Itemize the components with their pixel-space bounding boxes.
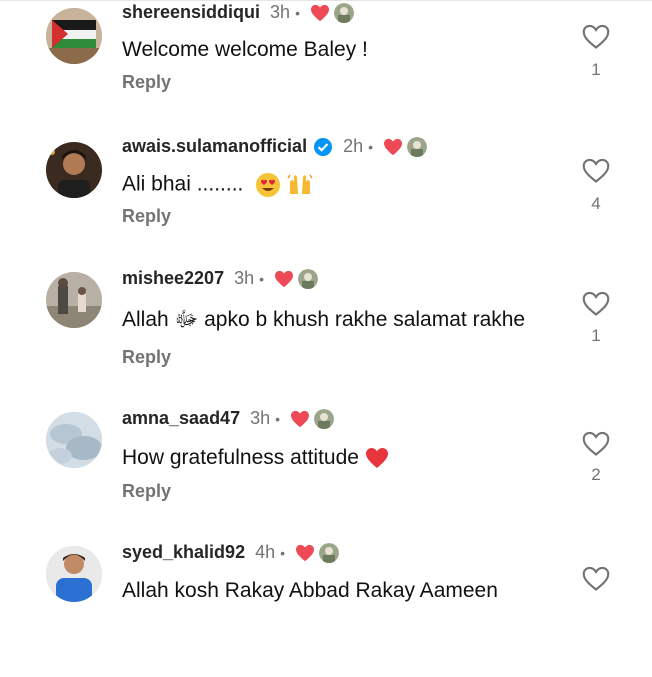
separator-dot: • xyxy=(259,270,265,287)
timestamp: 4h xyxy=(255,542,276,562)
heart-eyes-emoji-icon xyxy=(256,173,281,197)
creator-avatar-icon xyxy=(407,136,428,157)
avatar[interactable] xyxy=(46,546,102,602)
avatar[interactable] xyxy=(46,142,102,198)
avatar[interactable] xyxy=(46,8,102,64)
comment-meta: awais.sulamanofficial 2h • xyxy=(122,136,428,157)
verified-badge-icon xyxy=(314,137,333,156)
username[interactable]: syed_khalid92 xyxy=(122,542,245,563)
comment-item: syed_khalid92 4h • Allah kosh Rakay Abba… xyxy=(0,542,652,677)
creator-liked-heart-icon xyxy=(291,410,310,427)
creator-avatar-icon xyxy=(333,2,354,23)
separator-dot: • xyxy=(280,544,286,561)
reply-button[interactable]: Reply xyxy=(122,481,171,502)
red-heart-emoji-icon xyxy=(365,448,388,469)
avatar[interactable] xyxy=(46,412,102,468)
like-count: 1 xyxy=(591,60,601,79)
comment-text-content: How gratefulness attitude xyxy=(122,446,359,469)
username[interactable]: mishee2207 xyxy=(122,268,224,289)
like-heart-icon[interactable] xyxy=(582,291,610,317)
username[interactable]: amna_saad47 xyxy=(122,408,240,429)
like-heart-icon[interactable] xyxy=(582,566,610,592)
comment-text: How gratefulness attitude xyxy=(122,446,389,470)
like-heart-icon[interactable] xyxy=(582,431,610,457)
comment-item: amna_saad47 3h • How gratefulness attitu… xyxy=(0,408,652,543)
username[interactable]: shereensiddiqui xyxy=(122,2,260,23)
like-count: 4 xyxy=(591,194,601,213)
comment-text: Ali bhai ........ xyxy=(122,172,313,198)
like-heart-icon[interactable] xyxy=(582,158,610,184)
comment-meta: mishee2207 3h • xyxy=(122,268,319,289)
comment-meta: syed_khalid92 4h • xyxy=(122,542,340,563)
reply-button[interactable]: Reply xyxy=(122,206,171,227)
separator-dot: • xyxy=(295,4,300,21)
reply-button[interactable]: Reply xyxy=(122,72,171,93)
separator-dot: • xyxy=(368,138,374,155)
creator-liked-heart-icon xyxy=(296,544,315,561)
comment-meta: shereensiddiqui 3h • xyxy=(122,2,354,23)
creator-avatar-icon xyxy=(314,408,335,429)
like-heart-icon[interactable] xyxy=(582,24,610,50)
comment-item: shereensiddiqui 3h • Welcome welcome Bal… xyxy=(0,0,652,135)
comment-text: Welcome welcome Baley ! xyxy=(122,38,368,61)
like-count: 1 xyxy=(591,326,601,345)
comment-item: mishee2207 3h • Allah ﷻ apko b khush rak… xyxy=(0,268,652,403)
like-count: 2 xyxy=(591,465,601,484)
avatar[interactable] xyxy=(46,272,102,328)
creator-avatar-icon xyxy=(298,268,319,289)
comment-meta: amna_saad47 3h • xyxy=(122,408,335,429)
timestamp: 3h xyxy=(234,268,255,288)
timestamp: 3h xyxy=(250,408,271,428)
comment-text: Allah kosh Rakay Abbad Rakay Aameen xyxy=(122,579,498,602)
comment-text-content: Ali bhai ........ xyxy=(122,172,244,196)
separator-dot: • xyxy=(275,410,281,427)
creator-liked-heart-icon xyxy=(275,270,294,287)
comment-text: Allah ﷻ apko b khush rakhe salamat rakhe xyxy=(122,308,526,331)
timestamp: 3h xyxy=(270,2,291,22)
comment-item: awais.sulamanofficial 2h • Ali bhai ....… xyxy=(0,134,652,269)
timestamp: 2h xyxy=(343,136,364,156)
creator-liked-heart-icon xyxy=(384,138,403,155)
reply-button[interactable]: Reply xyxy=(122,347,171,368)
username[interactable]: awais.sulamanofficial xyxy=(122,136,307,157)
creator-liked-heart-icon xyxy=(310,4,329,21)
creator-avatar-icon xyxy=(319,542,340,563)
raising-hands-emoji-icon xyxy=(287,174,313,194)
